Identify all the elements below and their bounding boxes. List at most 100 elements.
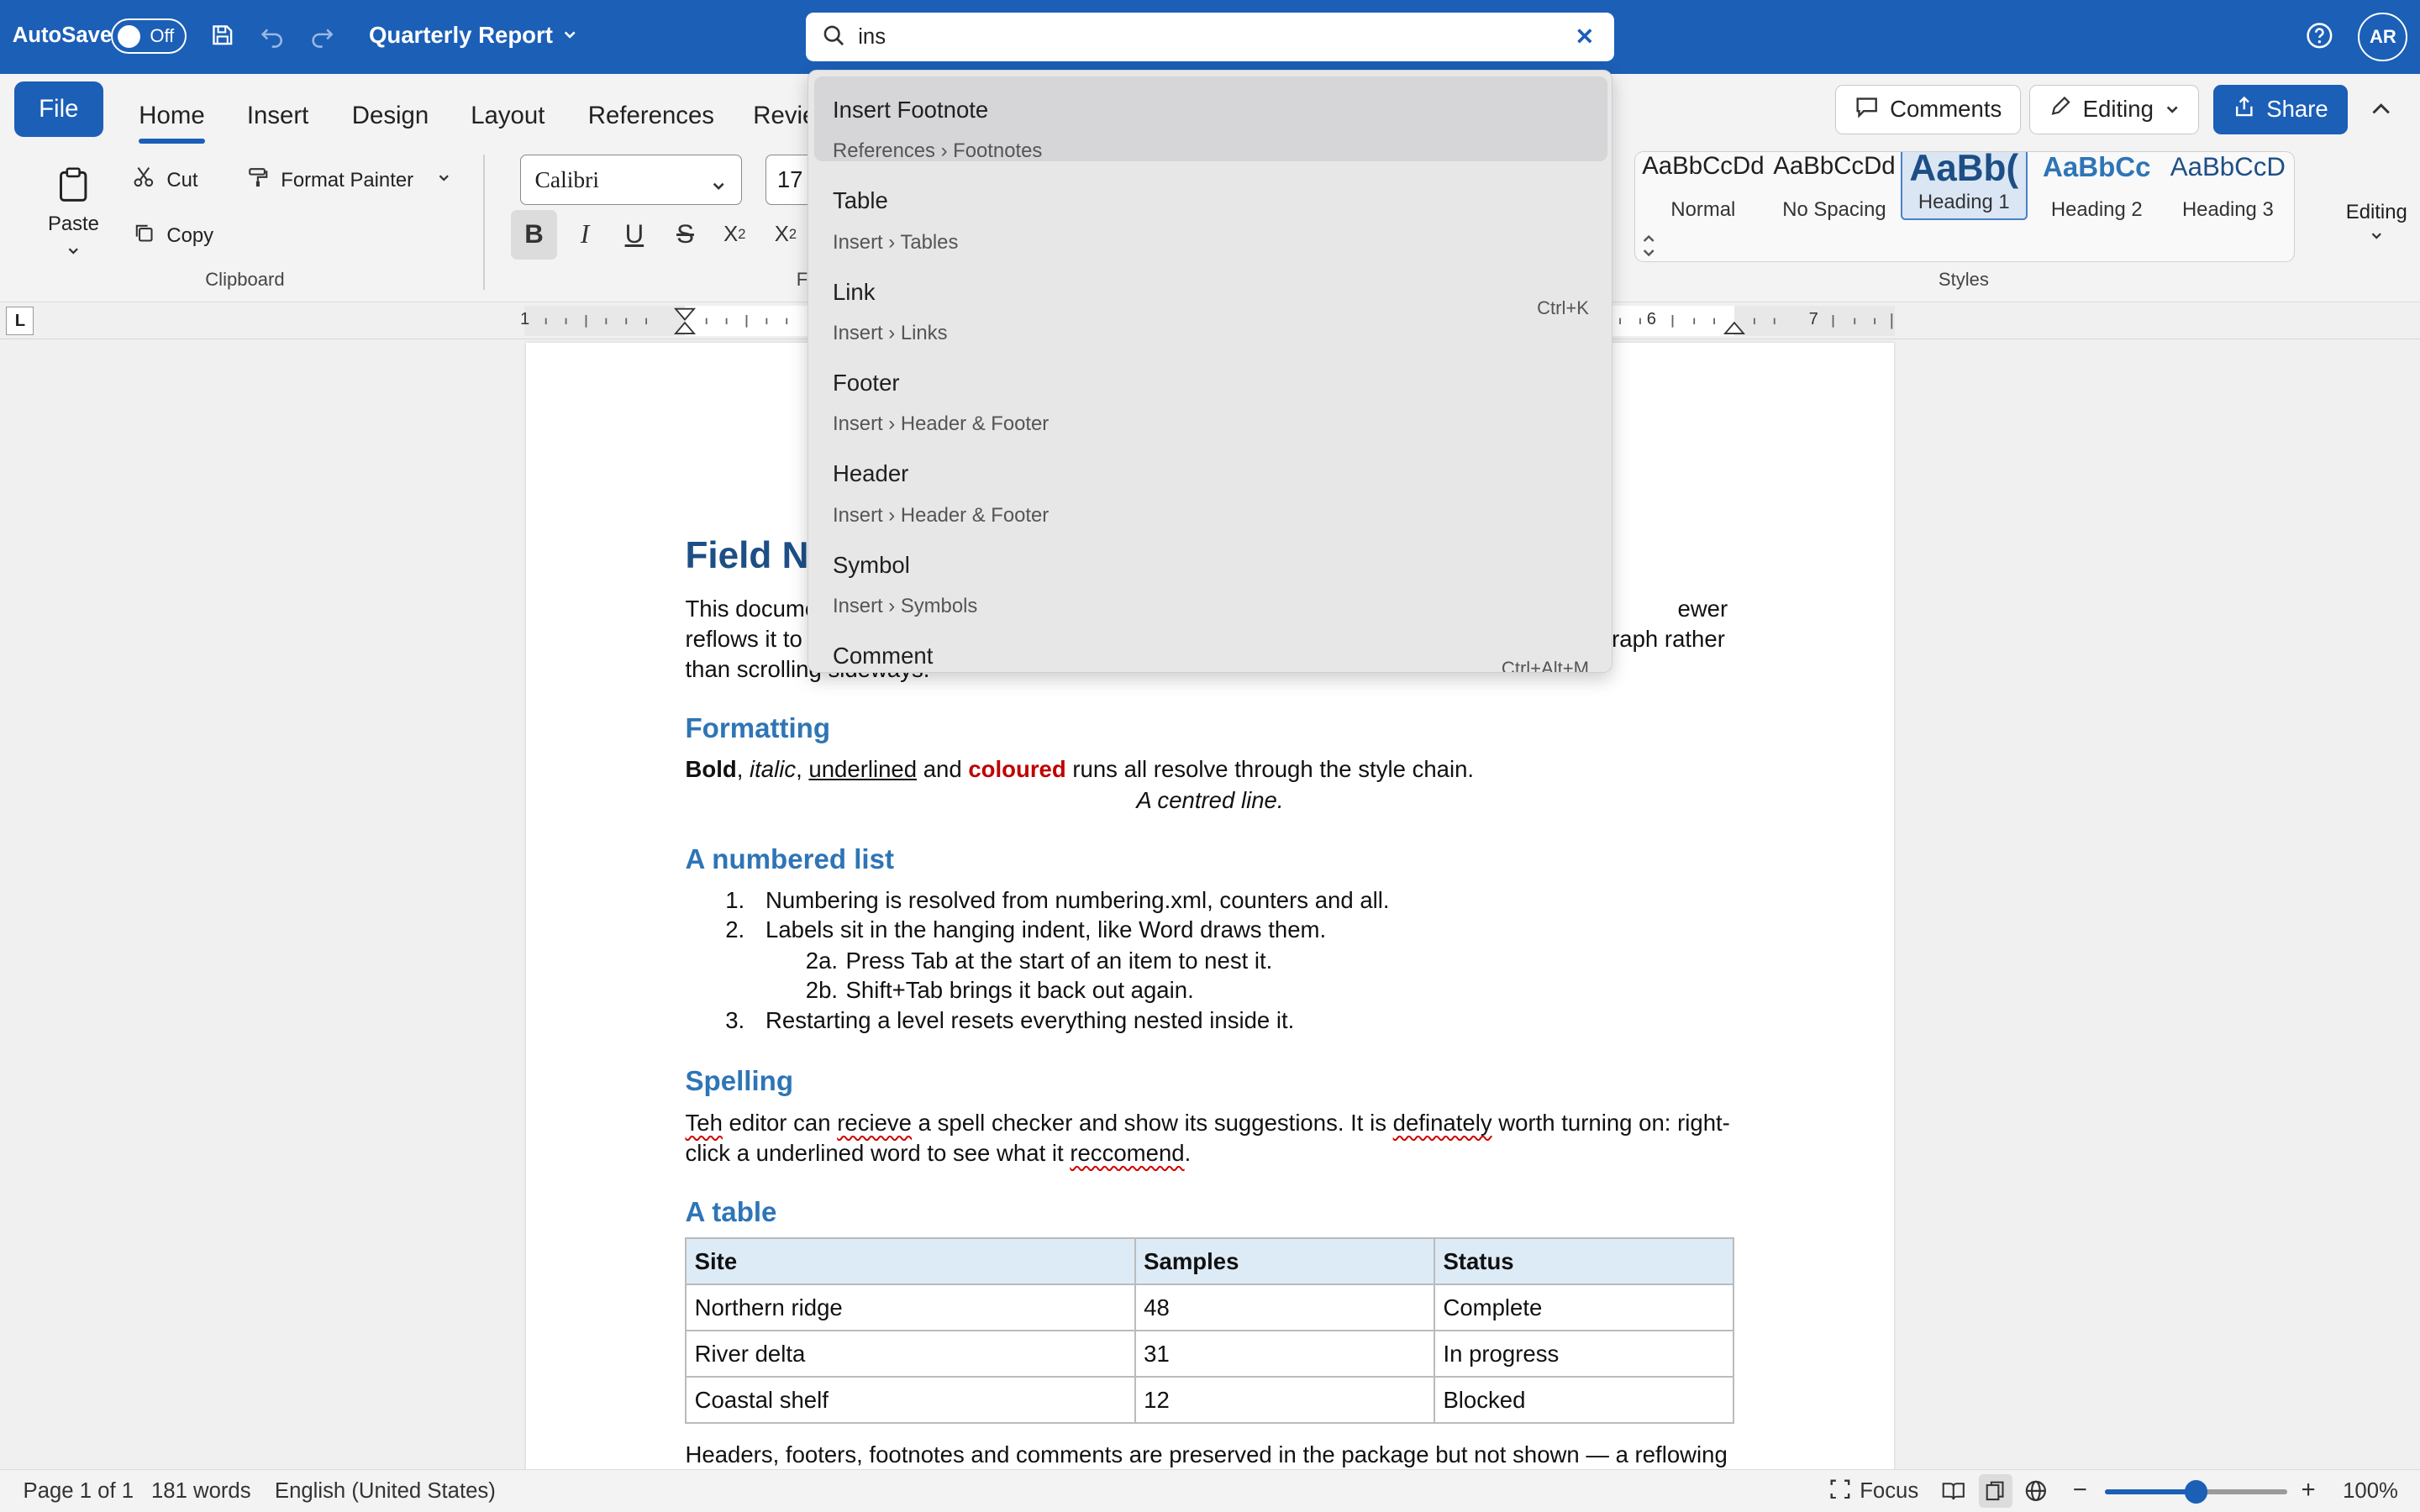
underline-button[interactable]: U [611, 210, 657, 260]
read-mode-icon[interactable] [1942, 1480, 1965, 1502]
search-result-item[interactable]: Insert Footnote References › Footnotes [813, 76, 1607, 162]
paintbrush-icon [247, 166, 269, 194]
italic-button[interactable]: I [562, 210, 608, 260]
style-heading-3[interactable]: AaBbCcD Heading 3 [2163, 152, 2292, 223]
clear-search-icon[interactable] [1574, 24, 1596, 53]
search-result-item[interactable]: Symbol Insert › Symbols [814, 532, 1607, 617]
strikethrough-button[interactable]: S [662, 210, 708, 260]
page-count[interactable]: Page 1 of 1 [24, 1479, 134, 1504]
tab-layout[interactable]: Layout [471, 102, 544, 130]
scroll-styles-icon[interactable] [1641, 232, 1656, 261]
comments-label: Comments [1890, 96, 2002, 123]
search-icon [823, 24, 846, 55]
undo-icon[interactable] [255, 18, 288, 52]
list-number: 1. [725, 887, 745, 914]
focus-label: Focus [1860, 1479, 1919, 1504]
misspelled-word[interactable]: reccomend [1070, 1140, 1184, 1166]
search-input[interactable] [858, 19, 1538, 55]
ruler-number: 1 [519, 310, 530, 329]
list-item: Numbering is resolved from numbering.xml… [765, 887, 1390, 914]
style-name: Heading 1 [1918, 191, 2010, 214]
style-preview: AaBbCc [2042, 151, 2151, 183]
status-bar: Page 1 of 1 181 words English (United St… [0, 1468, 2420, 1512]
superscript-button[interactable]: X2 [762, 210, 808, 260]
style-preview: AaBbCcDd [1642, 151, 1765, 180]
misspelled-word[interactable]: recieve [837, 1110, 912, 1136]
cut-button[interactable]: Cut [133, 166, 197, 194]
subscript-button[interactable]: X2 [712, 210, 758, 260]
table-cell: Blocked [1434, 1376, 1735, 1425]
paste-button[interactable]: Paste [48, 166, 99, 262]
zoom-handle[interactable] [2184, 1480, 2208, 1504]
text-fragment: runs all resolve through the style chain… [1065, 756, 1475, 783]
style-heading-2[interactable]: AaBbCc Heading 2 [2032, 152, 2161, 223]
zoom-out-icon[interactable]: − [2073, 1476, 2087, 1504]
style-heading-1[interactable]: AaBb( Heading 1 [1900, 151, 2028, 220]
result-shortcut: Ctrl+Alt+M [1501, 658, 1589, 673]
search-box[interactable] [805, 12, 1615, 62]
misspelled-word[interactable]: Teh [685, 1110, 722, 1136]
avatar[interactable]: AR [2358, 12, 2408, 62]
autosave-toggle[interactable]: Off [111, 18, 187, 55]
chevron-down-icon[interactable] [437, 173, 451, 184]
zoom-level[interactable]: 100% [2343, 1479, 2398, 1504]
misspelled-word[interactable]: definately [1393, 1110, 1492, 1136]
bold-text: Bold [685, 756, 737, 783]
focus-button[interactable]: Focus [1830, 1479, 1918, 1505]
file-button[interactable]: File [13, 81, 104, 138]
collapse-ribbon-icon[interactable] [2369, 97, 2393, 129]
zoom-in-icon[interactable]: + [2302, 1476, 2316, 1504]
document-title: Quarterly Report [368, 21, 553, 48]
bold-button[interactable]: B [510, 209, 558, 260]
result-title: Comment [832, 643, 934, 669]
save-icon[interactable] [205, 18, 239, 52]
table-cell: 48 [1134, 1284, 1436, 1332]
comments-button[interactable]: Comments [1834, 85, 2022, 134]
editing-mode-button[interactable]: Editing [2029, 85, 2200, 134]
search-result-item[interactable]: Header Insert › Header & Footer [814, 440, 1607, 526]
search-result-item[interactable]: Footer Insert › Header & Footer [814, 349, 1607, 435]
result-shortcut: Ctrl+K [1537, 297, 1589, 318]
help-icon[interactable] [2304, 20, 2335, 58]
tab-references[interactable]: References [588, 102, 714, 130]
word-count[interactable]: 181 words [151, 1479, 251, 1504]
table-row: River delta 31 In progress [685, 1330, 1735, 1378]
spelling-paragraph: Teh editor can recieve a spell checker a… [685, 1108, 1734, 1168]
web-layout-icon[interactable] [2025, 1480, 2047, 1502]
data-table[interactable]: Site Samples Status Northern ridge 48 Co… [685, 1237, 1735, 1425]
tab-stop-selector[interactable]: L [6, 307, 34, 335]
table-header-row: Site Samples Status [685, 1237, 1735, 1286]
chevron-down-icon [562, 22, 577, 49]
text-fragment: worth turning on: right- [1491, 1109, 1730, 1136]
table-cell: 12 [1134, 1376, 1436, 1425]
style-no-spacing[interactable]: AaBbCcDd No Spacing [1770, 152, 1899, 223]
language-indicator[interactable]: English (United States) [275, 1479, 496, 1504]
style-name: Heading 3 [2181, 198, 2274, 222]
copy-button[interactable]: Copy [133, 222, 213, 249]
result-title: Insert Footnote [832, 96, 989, 123]
search-result-item[interactable]: Comment Ctrl+Alt+M [814, 622, 1607, 673]
format-painter-button[interactable]: Format Painter [247, 166, 413, 194]
editing-group-button[interactable]: Editing [2346, 201, 2407, 248]
result-title: Link [832, 278, 876, 305]
table-cell: River delta [685, 1330, 1136, 1378]
search-result-item[interactable]: Table Insert › Tables [814, 167, 1607, 253]
tab-insert[interactable]: Insert [247, 102, 308, 130]
style-normal[interactable]: AaBbCcDd Normal [1639, 152, 1768, 223]
text-fragment: reflows it to [685, 625, 802, 652]
copy-label: Copy [166, 223, 214, 247]
print-layout-icon[interactable] [1978, 1474, 2013, 1509]
search-result-item[interactable]: Link Insert › Links Ctrl+K [814, 259, 1607, 344]
tab-design[interactable]: Design [352, 102, 429, 130]
font-name-select[interactable]: Calibri [519, 154, 743, 206]
font-name-value: Calibri [534, 165, 599, 192]
chevron-down-icon [711, 172, 726, 199]
tab-home[interactable]: Home [139, 102, 205, 143]
list-number: 2b. [805, 976, 839, 1003]
document-title-menu[interactable]: Quarterly Report [369, 22, 577, 49]
list-item: Labels sit in the hanging indent, like W… [765, 916, 1327, 942]
zoom-slider[interactable] [2105, 1480, 2287, 1504]
heading-table: A table [685, 1197, 777, 1229]
redo-icon[interactable] [306, 18, 339, 52]
share-button[interactable]: Share [2212, 85, 2348, 134]
